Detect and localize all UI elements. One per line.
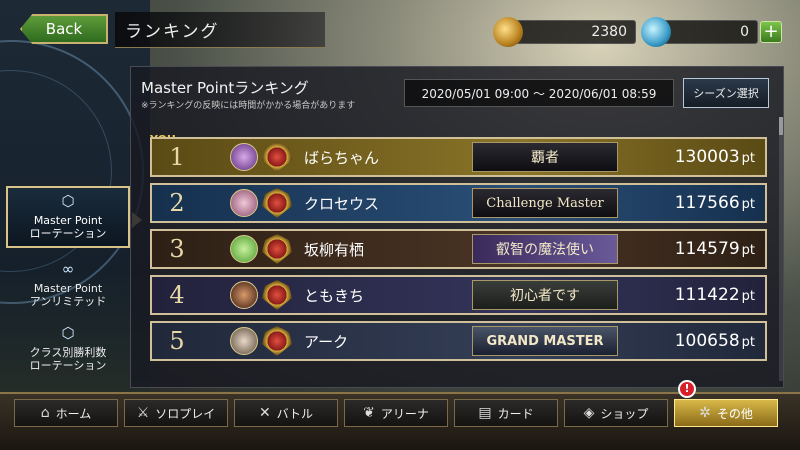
title-badge: Challenge Master (472, 188, 618, 218)
gold-counter: 2380 (493, 17, 636, 47)
back-button[interactable]: Back (20, 14, 108, 44)
tab-label: Master Point ローテーション (29, 214, 107, 240)
player-points: 100658 pt (674, 331, 755, 351)
season-period: 2020/05/01 09:00 〜 2020/06/01 08:59 (404, 79, 674, 107)
tab-master-point-unlimited[interactable]: ∞ Master Point アンリミテッド (6, 252, 130, 314)
panel-title: Master Pointランキング (141, 79, 309, 97)
rank-emblem-icon (262, 188, 292, 218)
avatar (230, 281, 258, 309)
crystal-counter: 0 (641, 17, 758, 47)
rank-emblem-icon (262, 234, 292, 264)
nav-solo-play[interactable]: ⚔ ソロプレイ (124, 399, 228, 427)
rank-number: 2 (169, 189, 185, 217)
ranking-scrollbar[interactable] (779, 117, 783, 381)
nav-home[interactable]: ⌂ ホーム (14, 399, 118, 427)
tab-label: クラス別勝利数 ローテーション (29, 346, 107, 372)
ranking-row[interactable]: 4 ともきち 初心者です 111422 pt (150, 275, 767, 315)
nav-battle[interactable]: ✕ バトル (234, 399, 338, 427)
swords-icon: ✕ (258, 405, 271, 421)
player-name: アーク (304, 332, 349, 351)
add-crystal-button[interactable]: + (760, 21, 782, 43)
ranking-row[interactable]: 5 アーク GRAND MASTER 100658 pt (150, 321, 767, 361)
shield-icon: ⬡ (61, 324, 75, 342)
player-points: 130003 pt (674, 147, 755, 167)
page-title: ランキング (115, 12, 325, 48)
player-name: ばらちゃん (304, 148, 380, 167)
nav-cards[interactable]: ▤ カード (454, 399, 558, 427)
other-icon: ✲ (699, 405, 711, 421)
rank-number: 1 (169, 143, 185, 171)
ranking-row[interactable]: 1 ばらちゃん 覇者 130003 pt (150, 137, 767, 177)
solo-play-icon: ⚔ (136, 405, 150, 421)
ranking-row[interactable]: 2 クロセウス Challenge Master 117566 pt (150, 183, 767, 223)
player-points: 111422 pt (674, 285, 755, 305)
rank-emblem-icon (262, 142, 292, 172)
tab-label: Master Point アンリミテッド (29, 282, 107, 308)
player-name: 坂柳有栖 (304, 240, 365, 259)
title-badge: 覇者 (472, 142, 618, 172)
infinity-icon: ∞ (61, 260, 75, 278)
crystal-amount: 0 (740, 24, 749, 40)
bottom-navigation: ⌂ ホーム ⚔ ソロプレイ ✕ バトル ❦ アリーナ ▤ カード ◈ ショップ … (0, 392, 800, 450)
avatar (230, 327, 258, 355)
gold-coin-icon (493, 17, 523, 47)
player-name: クロセウス (304, 194, 380, 213)
title-badge: GRAND MASTER (472, 326, 618, 356)
tab-class-wins-rotation[interactable]: ⬡ クラス別勝利数 ローテーション (6, 316, 130, 378)
title-badge: 叡智の魔法使い (472, 234, 618, 264)
panel-note: ※ランキングの反映には時間がかかる場合があります (141, 101, 356, 111)
shop-icon: ◈ (583, 405, 595, 421)
arena-icon: ❦ (363, 405, 375, 421)
rank-emblem-icon (262, 280, 292, 310)
title-badge: 初心者です (472, 280, 618, 310)
rank-emblem-icon (262, 326, 292, 356)
nav-other[interactable]: ✲ その他 (674, 399, 778, 427)
rank-number: 5 (169, 327, 185, 355)
player-points: 117566 pt (674, 193, 755, 213)
avatar (230, 143, 258, 171)
avatar (230, 189, 258, 217)
ranking-row[interactable]: 3 坂柳有栖 叡智の魔法使い 114579 pt (150, 229, 767, 269)
crystal-icon (641, 17, 671, 47)
ranking-panel: Master Pointランキング ※ランキングの反映には時間がかかる場合があり… (130, 66, 784, 388)
nav-shop[interactable]: ◈ ショップ (564, 399, 668, 427)
rank-number: 4 (169, 281, 185, 309)
cards-icon: ▤ (478, 405, 492, 421)
player-points: 114579 pt (674, 239, 755, 259)
scroll-thumb[interactable] (779, 117, 783, 135)
shield-icon: ⬡ (61, 192, 75, 210)
rank-number: 3 (169, 235, 185, 263)
season-select-button[interactable]: シーズン選択 (683, 78, 769, 108)
nav-arena[interactable]: ❦ アリーナ (344, 399, 448, 427)
avatar (230, 235, 258, 263)
tab-master-point-rotation[interactable]: ⬡ Master Point ローテーション (6, 186, 130, 248)
home-icon: ⌂ (40, 405, 50, 421)
gold-amount: 2380 (591, 24, 627, 40)
notification-badge: ! (678, 380, 696, 398)
player-name: ともきち (304, 286, 365, 305)
